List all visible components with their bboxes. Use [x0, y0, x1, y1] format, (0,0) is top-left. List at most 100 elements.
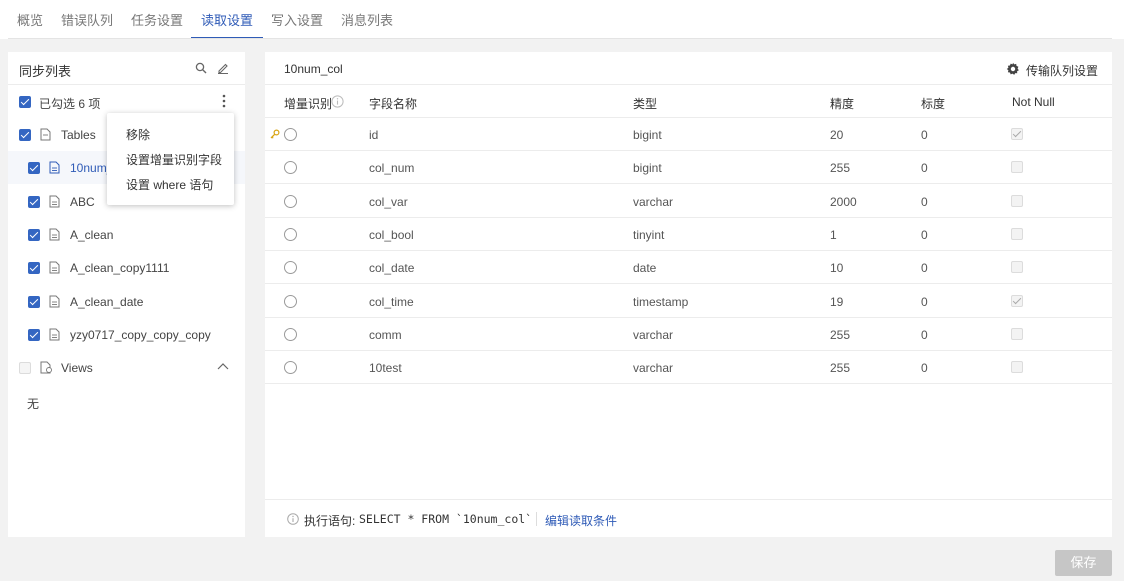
- incremental-radio[interactable]: [284, 261, 297, 274]
- table-row: col_date date 10 0: [265, 251, 1112, 284]
- precision-cell: 10: [830, 261, 844, 275]
- sync-list-header: 同步列表: [8, 52, 245, 85]
- field-name-cell: col_date: [369, 261, 415, 275]
- menu-item-set-incremental-field[interactable]: 设置增量识别字段: [126, 151, 222, 168]
- tab-error-queue[interactable]: 错误队列: [61, 10, 113, 38]
- table-item-checkbox[interactable]: [28, 229, 40, 241]
- incremental-radio[interactable]: [284, 195, 297, 208]
- field-name-cell: col_bool: [369, 228, 414, 242]
- precision-cell: 20: [830, 128, 844, 142]
- scale-cell: 0: [921, 261, 928, 275]
- col-header-not-null: Not Null: [1012, 95, 1055, 109]
- table-item-checkbox[interactable]: [28, 296, 40, 308]
- menu-item-set-where-clause[interactable]: 设置 where 语句: [126, 176, 213, 193]
- table-row: comm varchar 255 0: [265, 318, 1112, 351]
- incremental-radio[interactable]: [284, 361, 297, 374]
- sql-footer: 执行语句: SELECT * FROM `10num_col` 编辑读取条件: [265, 499, 1112, 537]
- table-row: col_num bigint 255 0: [265, 151, 1112, 184]
- scale-cell: 0: [921, 295, 928, 309]
- precision-cell: 2000: [830, 195, 857, 209]
- table-item-checkbox[interactable]: [28, 262, 40, 274]
- scale-cell: 0: [921, 228, 928, 242]
- gear-icon: [1006, 62, 1019, 75]
- key-icon: [270, 129, 280, 139]
- table-item-a-clean-copy1111[interactable]: A_clean_copy1111: [8, 251, 245, 284]
- tables-group-label: Tables: [61, 128, 96, 142]
- tab-read-settings[interactable]: 读取设置: [190, 10, 264, 39]
- table-item-a-clean[interactable]: A_clean: [8, 218, 245, 251]
- divider: [536, 512, 537, 526]
- incremental-radio[interactable]: [284, 295, 297, 308]
- table-row: col_var varchar 2000 0: [265, 185, 1112, 218]
- scale-cell: 0: [921, 161, 928, 175]
- tab-message-list[interactable]: 消息列表: [341, 10, 393, 38]
- more-options-icon[interactable]: [219, 93, 229, 109]
- table-item-checkbox[interactable]: [28, 196, 40, 208]
- incremental-radio[interactable]: [284, 128, 297, 141]
- tab-write-settings[interactable]: 写入设置: [271, 10, 323, 38]
- views-group-checkbox[interactable]: [19, 362, 31, 374]
- precision-cell: 255: [830, 161, 851, 175]
- scale-cell: 0: [921, 128, 928, 142]
- save-button[interactable]: 保存: [1055, 550, 1112, 576]
- table-item-a-clean-date[interactable]: A_clean_date: [8, 285, 245, 318]
- table-item-checkbox[interactable]: [28, 329, 40, 341]
- table-item-yzy0717[interactable]: yzy0717_copy_copy_copy: [8, 318, 245, 351]
- menu-item-remove[interactable]: 移除: [126, 126, 150, 143]
- table-file-icon: [49, 328, 60, 341]
- table-item-label: A_clean: [70, 228, 114, 242]
- tables-group-checkbox[interactable]: [19, 129, 31, 141]
- type-cell: varchar: [633, 361, 674, 375]
- table-item-label: yzy0717_copy_copy_copy: [70, 328, 211, 342]
- tab-task-settings[interactable]: 任务设置: [131, 10, 183, 38]
- info-icon[interactable]: [331, 95, 344, 108]
- search-icon[interactable]: [195, 62, 207, 74]
- not-null-checkbox: [1011, 361, 1023, 373]
- field-detail-panel: 10num_col 传输队列设置 增量识别 字段名称 类型 精度 标度 Not …: [265, 52, 1112, 537]
- sql-statement: SELECT * FROM `10num_col`: [359, 512, 533, 526]
- precision-cell: 1: [830, 228, 837, 242]
- field-name-cell: col_var: [369, 195, 408, 209]
- col-header-incremental: 增量识别: [284, 97, 333, 111]
- not-null-checkbox: [1011, 228, 1023, 240]
- field-detail-header: 10num_col 传输队列设置: [265, 52, 1112, 85]
- incremental-radio[interactable]: [284, 161, 297, 174]
- views-group-label: Views: [61, 361, 93, 375]
- table-row: col_time timestamp 19 0: [265, 285, 1112, 318]
- type-cell: bigint: [633, 161, 662, 175]
- views-icon: [40, 361, 52, 374]
- folder-doc-icon: [40, 128, 51, 141]
- field-name-cell: col_num: [369, 161, 415, 175]
- chevron-up-icon[interactable]: [217, 362, 229, 370]
- table-file-icon: [49, 195, 60, 208]
- col-header-type: 类型: [633, 97, 658, 111]
- incremental-radio[interactable]: [284, 228, 297, 241]
- table-item-checkbox[interactable]: [28, 162, 40, 174]
- table-file-icon: [49, 161, 60, 174]
- not-null-checkbox: [1011, 161, 1023, 173]
- col-header-scale: 标度: [921, 97, 946, 111]
- table-row: id bigint 20 0: [265, 118, 1112, 151]
- views-empty-text: 无: [27, 397, 40, 411]
- info-icon: [287, 513, 299, 525]
- select-all-checkbox[interactable]: [19, 96, 31, 108]
- tab-overview[interactable]: 概览: [17, 10, 43, 38]
- field-name-cell: 10test: [369, 361, 402, 375]
- not-null-checkbox: [1011, 195, 1023, 207]
- field-name-cell: col_time: [369, 295, 414, 309]
- table-item-label: A_clean_copy1111: [70, 261, 170, 275]
- field-name-cell: comm: [369, 328, 402, 342]
- views-group-row[interactable]: Views: [8, 351, 245, 384]
- field-name-cell: id: [369, 128, 379, 142]
- sync-list-title: 同步列表: [19, 64, 72, 79]
- type-cell: timestamp: [633, 295, 689, 309]
- scale-cell: 0: [921, 195, 928, 209]
- table-row: 10test varchar 255 0: [265, 351, 1112, 384]
- tab-divider: [8, 38, 1112, 39]
- context-menu: 移除 设置增量识别字段 设置 where 语句: [107, 113, 234, 205]
- not-null-checkbox: [1011, 295, 1023, 307]
- incremental-radio[interactable]: [284, 328, 297, 341]
- edit-read-condition-link[interactable]: 编辑读取条件: [545, 512, 617, 529]
- table-item-label: ABC: [70, 195, 95, 209]
- edit-icon[interactable]: [217, 62, 229, 74]
